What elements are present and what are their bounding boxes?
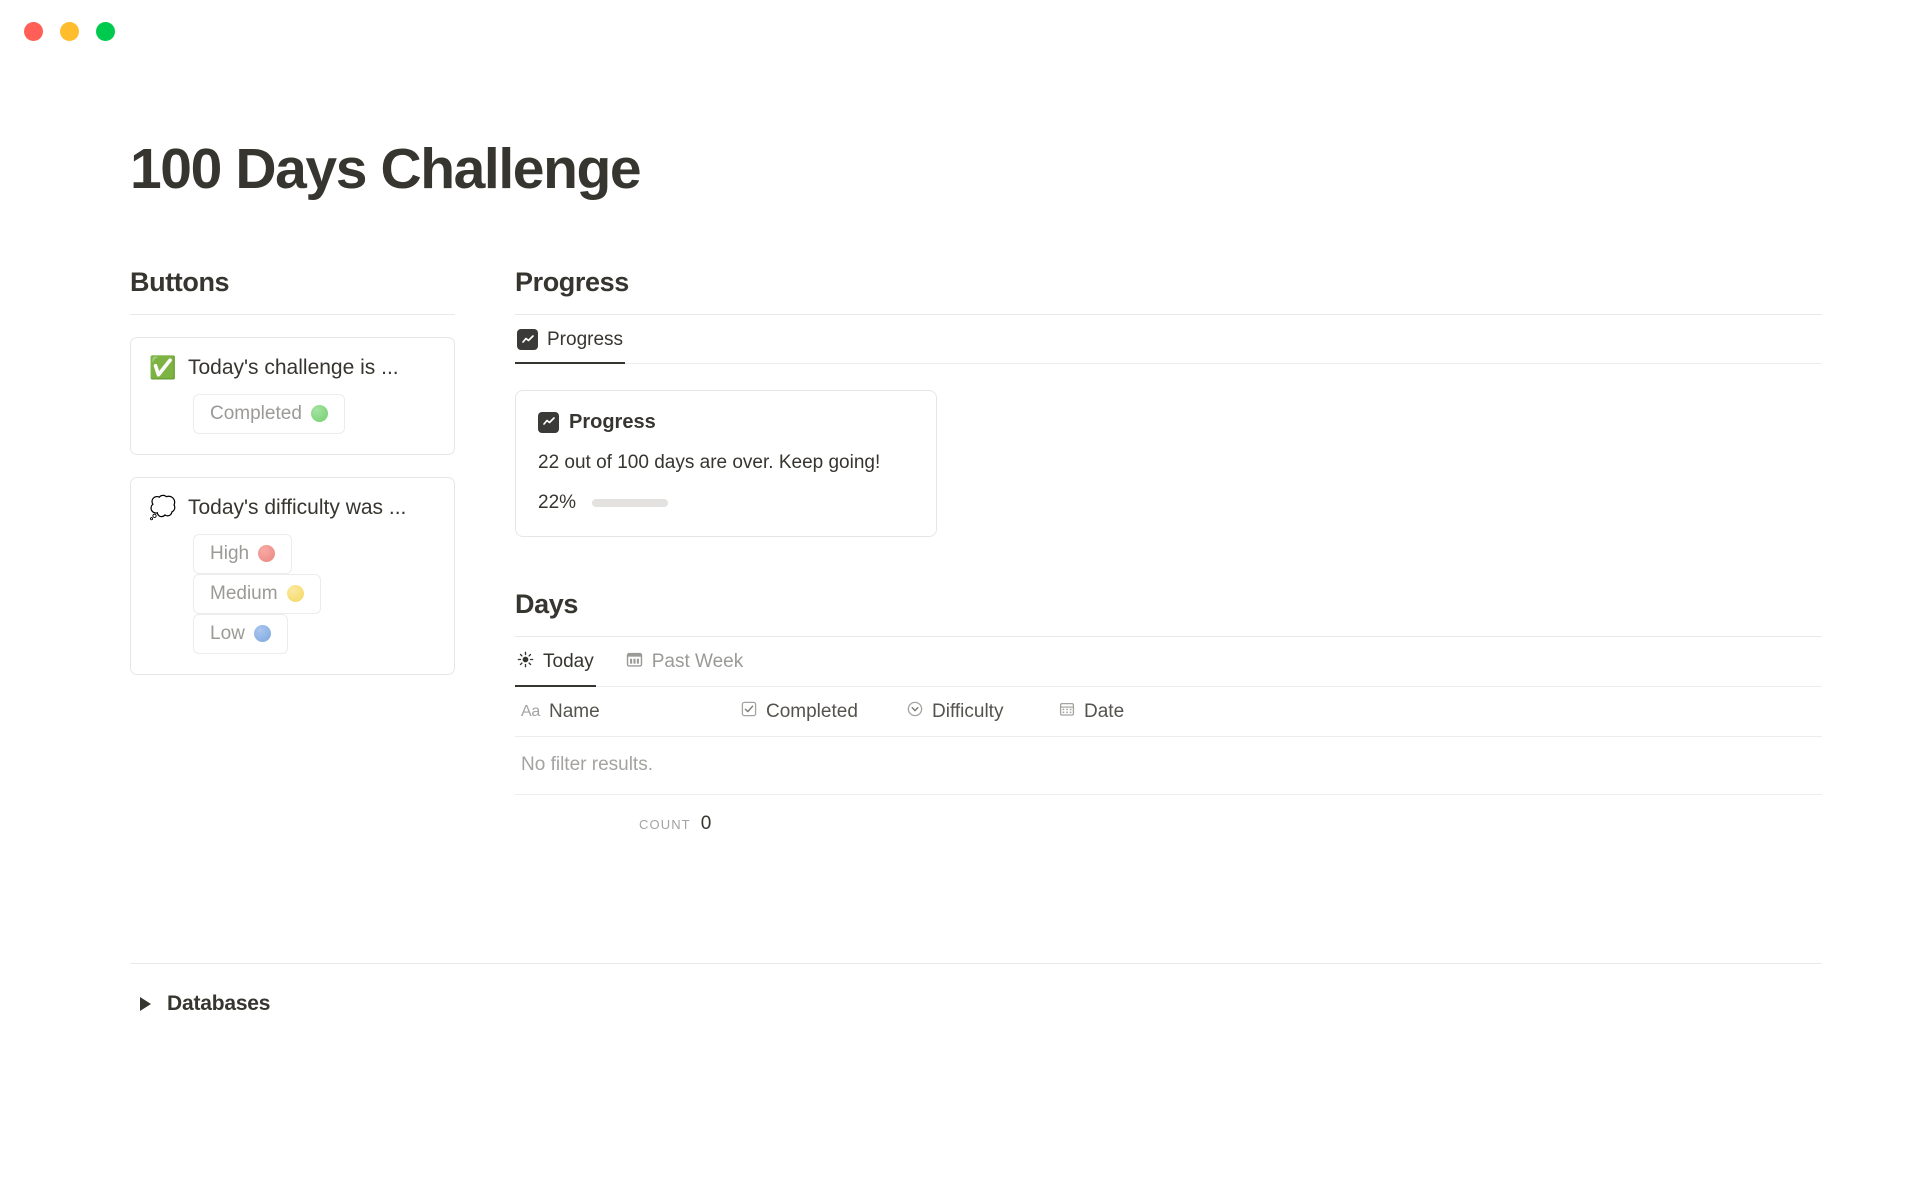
triangle-right-icon[interactable]: [140, 996, 151, 1011]
difficulty-high-button[interactable]: High: [193, 533, 293, 574]
progress-card[interactable]: Progress 22 out of 100 days are over. Ke…: [515, 389, 937, 537]
tab-today[interactable]: Today: [515, 639, 596, 687]
days-heading-divider: [515, 635, 1822, 637]
button-card-label: Today's challenge is ...: [188, 355, 399, 379]
footer-divider: [130, 962, 1822, 964]
count-value: 0: [700, 812, 712, 834]
progress-bar-row: 22%: [538, 492, 914, 514]
line-chart-icon: [538, 411, 559, 433]
table-count-row[interactable]: Count 0: [515, 795, 1822, 835]
maximize-button[interactable]: [96, 21, 115, 41]
difficulty-low-button[interactable]: Low: [193, 613, 288, 654]
page-content: 100 Days Challenge Buttons ✅ Today's cha…: [0, 138, 1920, 1016]
days-heading: Days: [515, 588, 578, 619]
progress-description: 22 out of 100 days are over. Keep going!: [538, 451, 881, 473]
sun-icon: [517, 651, 534, 674]
progress-bar-track: [592, 498, 669, 507]
column-header-completed[interactable]: Completed: [741, 701, 907, 723]
progress-card-title: Progress: [569, 410, 656, 433]
button-card-label: Today's difficulty was ...: [188, 495, 407, 519]
buttons-heading-divider: [130, 313, 455, 315]
button-card-header: 💭 Today's difficulty was ...: [149, 494, 434, 520]
button-card-actions: Completed: [151, 393, 434, 434]
completed-action-label: Completed: [210, 402, 302, 424]
column-header-name[interactable]: Aa Name: [521, 701, 741, 723]
table-empty-state: No filter results.: [515, 737, 1822, 795]
minimize-button[interactable]: [60, 21, 79, 41]
column-header-completed-label: Completed: [766, 700, 858, 722]
progress-heading: Progress: [515, 266, 629, 297]
tab-past-week-label: Past Week: [651, 651, 744, 673]
progress-percent-label: 22%: [538, 491, 577, 513]
bottom-spacer: [0, 835, 1920, 963]
buttons-column: Buttons ✅ Today's challenge is ... Compl…: [130, 267, 455, 835]
button-card-difficulty[interactable]: 💭 Today's difficulty was ... High Medium…: [130, 476, 455, 675]
completed-action-button[interactable]: Completed: [193, 393, 345, 434]
column-header-difficulty-label: Difficulty: [932, 700, 1004, 722]
calendar-icon: [626, 651, 643, 674]
days-tabs: Today Past Week: [515, 639, 1822, 687]
column-header-date[interactable]: Date: [1059, 701, 1179, 723]
main-column: Progress Progress Progress 22 out of 100…: [455, 267, 1920, 835]
tab-progress[interactable]: Progress: [515, 317, 626, 364]
white-heavy-check-mark-emoji-icon: ✅: [149, 354, 177, 380]
select-property-icon: [907, 701, 923, 723]
column-header-date-label: Date: [1084, 700, 1125, 722]
red-circle-icon: [258, 545, 276, 563]
progress-tabs: Progress: [515, 317, 1822, 364]
days-section: Days Today Past Week Aa Name Completed D…: [515, 589, 1822, 835]
tab-progress-label: Progress: [547, 328, 624, 350]
columns-layout: Buttons ✅ Today's challenge is ... Compl…: [0, 267, 1920, 835]
progress-card-title-row: Progress: [538, 411, 914, 434]
line-chart-icon: [517, 329, 538, 351]
window-controls: [24, 21, 115, 41]
window-titlebar: [0, 0, 1920, 62]
green-check-dot-icon: [310, 405, 328, 423]
tab-today-label: Today: [543, 651, 594, 673]
text-property-icon: Aa: [521, 702, 540, 720]
progress-tabs-divider: [515, 362, 1822, 364]
blue-circle-icon: [253, 625, 271, 643]
count-label: Count: [639, 816, 691, 832]
button-card-actions: High Medium Low: [151, 533, 434, 654]
databases-toggle[interactable]: Databases: [140, 992, 1920, 1016]
column-header-difficulty[interactable]: Difficulty: [907, 701, 1059, 723]
close-button[interactable]: [24, 21, 43, 41]
difficulty-medium-label: Medium: [210, 582, 278, 604]
thought-balloon-emoji-icon: 💭: [149, 494, 177, 520]
table-header-row: Aa Name Completed Difficulty Date: [515, 687, 1822, 737]
page-title: 100 Days Challenge: [130, 137, 642, 201]
column-header-name-label: Name: [548, 700, 600, 722]
databases-toggle-label: Databases: [167, 991, 271, 1015]
checkbox-property-icon: [741, 701, 757, 723]
difficulty-medium-button[interactable]: Medium: [193, 573, 321, 614]
difficulty-high-label: High: [210, 542, 250, 564]
tab-past-week[interactable]: Past Week: [624, 639, 746, 687]
yellow-circle-icon: [286, 585, 304, 603]
date-property-icon: [1059, 701, 1075, 723]
buttons-heading: Buttons: [130, 266, 230, 297]
difficulty-low-label: Low: [210, 622, 245, 644]
button-card-challenge[interactable]: ✅ Today's challenge is ... Completed: [130, 336, 455, 455]
progress-heading-divider: [515, 313, 1822, 315]
button-card-header: ✅ Today's challenge is ...: [149, 354, 434, 380]
